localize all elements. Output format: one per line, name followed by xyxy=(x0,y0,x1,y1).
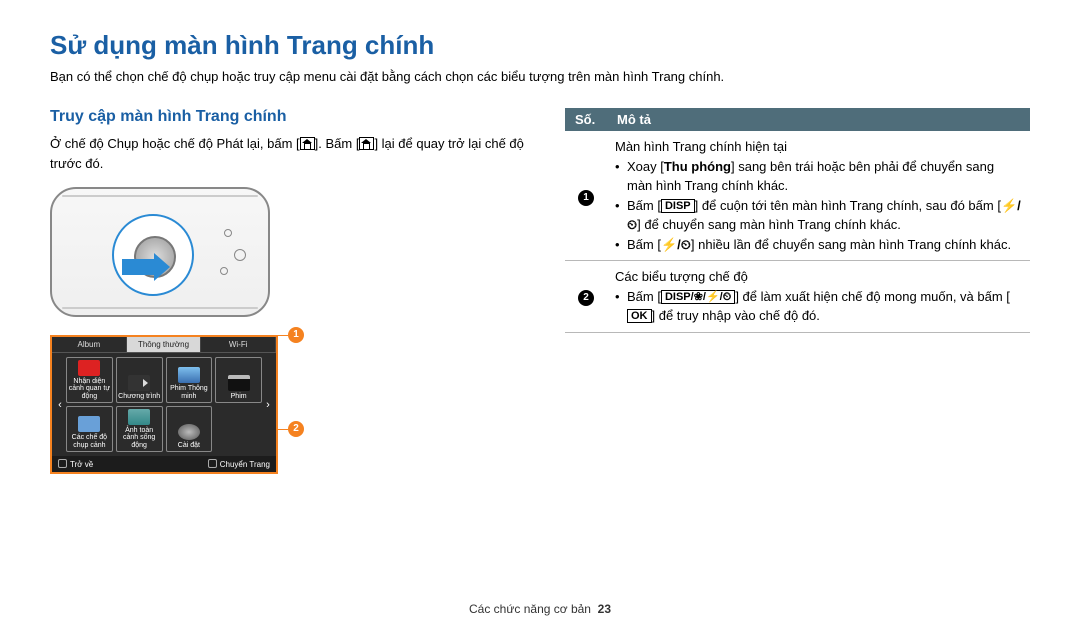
mode-cell: Cài đặt xyxy=(166,406,213,452)
t: Bấm [ xyxy=(627,237,661,252)
home-screen-mock: Album Thông thường Wi-Fi ‹ Nhận diện cản… xyxy=(50,335,278,474)
body-text: Ở chế độ Chụp hoặc chế độ Phát lại, bấm … xyxy=(50,134,525,173)
mode-cell: Phim xyxy=(215,357,262,403)
smart-icon xyxy=(78,360,100,376)
chevron-right-icon: › xyxy=(262,399,274,411)
mode-label: Ảnh toàn cảnh sống động xyxy=(118,427,161,449)
mode-label: Phim Thông minh xyxy=(168,385,211,400)
description-table: Số. Mô tả 1 Màn hình Trang chính hiện tạ… xyxy=(565,108,1030,333)
page-number: 23 xyxy=(598,602,611,616)
t: ] để truy nhập vào chế độ đó. xyxy=(652,308,820,323)
mode-label: Nhận diện cảnh quan tự động xyxy=(68,378,111,400)
callout-line xyxy=(278,335,288,336)
list-item: Xoay [Thu phóng] sang bên trái hoặc bên … xyxy=(615,157,1022,196)
ok-key-icon: OK xyxy=(627,309,652,323)
row-number-badge: 1 xyxy=(578,190,594,206)
footer-right-label: Chuyển Trang xyxy=(220,460,270,469)
table-row: 2 Các biểu tượng chế độ Bấm [DISP/❀/⚡/⏲]… xyxy=(565,261,1030,333)
row-title: Màn hình Trang chính hiện tại xyxy=(615,137,1022,157)
home-icon xyxy=(300,137,315,150)
footer-section: Các chức năng cơ bản xyxy=(469,602,591,616)
intro-text: Bạn có thể chọn chế độ chụp hoặc truy cậ… xyxy=(50,69,1030,84)
left-column: Truy cập màn hình Trang chính Ở chế độ C… xyxy=(50,108,525,474)
callout-2: 2 xyxy=(288,421,304,437)
t: Xoay [ xyxy=(627,159,664,174)
camera-button-icon xyxy=(224,229,232,237)
arrow-icon xyxy=(122,259,156,275)
program-icon xyxy=(128,375,150,391)
page-icon xyxy=(208,459,217,468)
page-footer: Các chức năng cơ bản 23 xyxy=(0,602,1080,616)
t: Bấm [ xyxy=(627,289,661,304)
screen-tabs: Album Thông thường Wi-Fi xyxy=(52,337,276,353)
row-number-badge: 2 xyxy=(578,290,594,306)
th-number: Số. xyxy=(565,108,607,131)
movie-icon xyxy=(228,375,250,391)
chevron-left-icon: ‹ xyxy=(54,399,66,411)
combo-key-icon: DISP/❀/⚡/⏲ xyxy=(661,290,735,304)
smart-movie-icon xyxy=(178,367,200,383)
mode-grid: Nhận diện cảnh quan tự động Chương trình… xyxy=(66,357,262,452)
back-icon xyxy=(58,459,67,468)
tab-wifi: Wi-Fi xyxy=(201,337,276,352)
footer-left-label: Trở về xyxy=(70,460,93,469)
camera-illustration xyxy=(50,187,525,317)
camera-button-icon xyxy=(220,267,228,275)
footer-left: Trở về xyxy=(58,459,93,469)
scene-icon xyxy=(78,416,100,432)
mode-label: Cài đặt xyxy=(178,442,200,449)
dial-highlight-ring xyxy=(112,214,194,296)
mode-label: Chương trình xyxy=(118,393,160,400)
gear-icon xyxy=(178,424,200,440)
flash-timer-icon: ⚡/⏲ xyxy=(661,237,691,252)
body-pre: Ở chế độ Chụp hoặc chế độ Phát lại, bấm … xyxy=(50,136,300,151)
tab-album: Album xyxy=(52,337,127,352)
callout-1: 1 xyxy=(288,327,304,343)
page-title: Sử dụng màn hình Trang chính xyxy=(50,30,1030,61)
t: ] để chuyển sang màn hình Trang chính kh… xyxy=(637,217,901,232)
mode-cell: Ảnh toàn cảnh sống động xyxy=(116,406,163,452)
disp-key-icon: DISP xyxy=(661,199,695,213)
home-icon xyxy=(359,137,374,150)
footer-right: Chuyển Trang xyxy=(208,459,270,469)
body-mid: ]. Bấm [ xyxy=(315,136,360,151)
list-item: Bấm [⚡/⏲] nhiều lần để chuyển sang màn h… xyxy=(615,235,1022,255)
camera-button-icon xyxy=(234,249,246,261)
mode-cell: Chương trình xyxy=(116,357,163,403)
table-row: 1 Màn hình Trang chính hiện tại Xoay [Th… xyxy=(565,131,1030,261)
list-item: Bấm [DISP] để cuộn tới tên màn hình Tran… xyxy=(615,196,1022,235)
t: Bấm [ xyxy=(627,198,661,213)
tab-basic: Thông thường xyxy=(127,337,202,352)
panorama-icon xyxy=(128,409,150,425)
mode-label: Các chế độ chụp cảnh xyxy=(68,434,111,449)
key-label: Thu phóng xyxy=(664,159,731,174)
t: ] nhiều lần để chuyển sang màn hình Tran… xyxy=(691,237,1011,252)
th-description: Mô tả xyxy=(607,108,1030,131)
mode-cell: Phim Thông minh xyxy=(166,357,213,403)
mode-label: Phim xyxy=(231,393,247,400)
list-item: Bấm [DISP/❀/⚡/⏲] để làm xuất hiện chế độ… xyxy=(615,287,1022,326)
row-title: Các biểu tượng chế độ xyxy=(615,267,1022,287)
mode-cell: Nhận diện cảnh quan tự động xyxy=(66,357,113,403)
mode-cell: Các chế độ chụp cảnh xyxy=(66,406,113,452)
callout-line xyxy=(278,429,288,430)
t: ] để làm xuất hiện chế độ mong muốn, và … xyxy=(735,289,1010,304)
t: ] để cuộn tới tên màn hình Trang chính, … xyxy=(695,198,1001,213)
section-heading: Truy cập màn hình Trang chính xyxy=(50,108,525,126)
right-column: Số. Mô tả 1 Màn hình Trang chính hiện tạ… xyxy=(565,108,1030,474)
